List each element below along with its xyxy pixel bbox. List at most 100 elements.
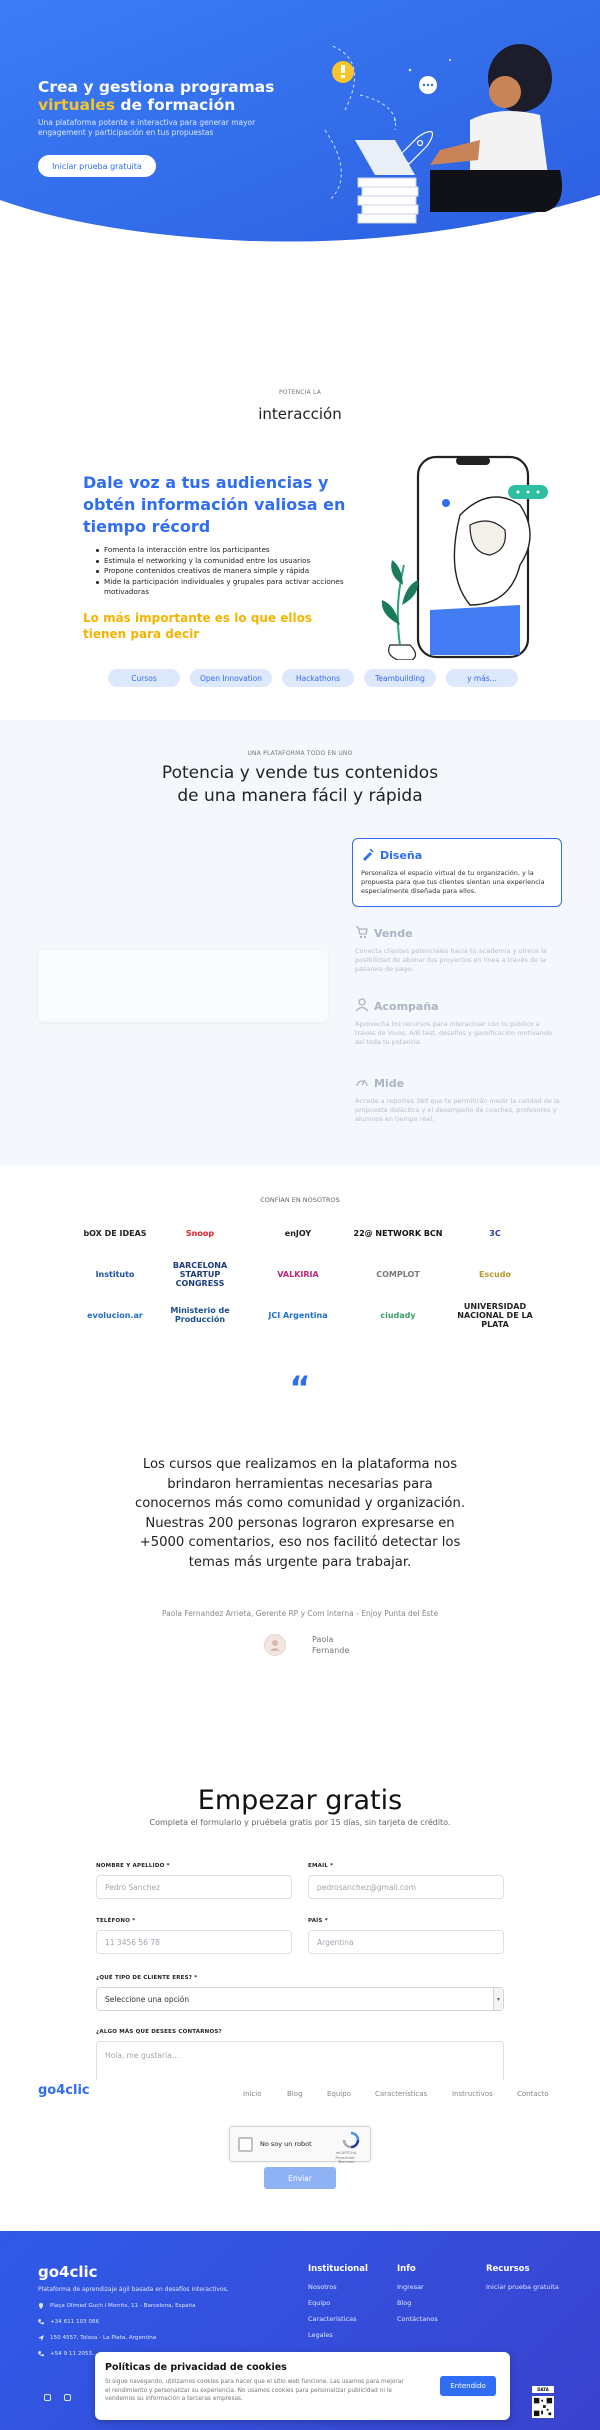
recaptcha-legal: reCAPTCHA Privacidad · Términos [335, 2151, 357, 2164]
footer-col-institucional-title: Institucional [308, 2264, 368, 2274]
feature-title-text: Mide [374, 1077, 405, 1090]
name-label: NOMBRE Y APELLIDO * [96, 1863, 170, 1869]
feature-description: Conecta clientes potenciales hacia tu ac… [355, 947, 547, 973]
hero-title-rest: de formación [115, 96, 236, 114]
footer-logo[interactable]: go4clic [38, 2263, 98, 2281]
cookie-text: Si sigue navegando, utilizamos cookies p… [105, 2379, 404, 2402]
avatar-placeholder-icon [270, 1640, 280, 1651]
client-logo: evolucion.ar [87, 1310, 143, 1320]
recaptcha-checkbox[interactable] [238, 2137, 253, 2152]
phone-illustration [381, 455, 548, 660]
interaction-headline: Dale voz a tus audiencias y obtén inform… [83, 473, 346, 536]
instagram-icon[interactable] [64, 2394, 71, 2401]
hero-title: Crea y gestiona programas virtuales de f… [38, 78, 278, 114]
footer-link-blog[interactable]: Blog [397, 2299, 411, 2307]
feature-title: Acompaña [355, 998, 560, 1014]
quote-icon: “ [289, 1369, 311, 1407]
accept-cookies-button[interactable]: Entendido [440, 2376, 496, 2396]
interaction-title: interacción [258, 405, 342, 423]
phone-icon [38, 2319, 44, 2325]
pill-teambuilding[interactable]: Teambuilding [364, 669, 436, 687]
client-type-select[interactable]: Seleccione una opción ▾ [96, 1987, 504, 2011]
linkedin-icon[interactable] [44, 2394, 51, 2401]
interaction-tagline: Lo más importante es lo que ellos tienen… [83, 611, 312, 641]
send-icon [38, 2335, 44, 2341]
client-logo: COMPLOT [376, 1269, 420, 1279]
email-label: EMAIL * [308, 1863, 334, 1869]
start-trial-button[interactable]: Iniciar prueba gratuita [38, 155, 156, 177]
footer-contact-text: 150 4557, Tolosa - La Plata, Argentina [50, 2335, 157, 2341]
footer-link-prueba-gratuita[interactable]: Iniciar prueba gratuita [486, 2283, 559, 2291]
nav-item-caracteristicas[interactable]: Características [375, 2090, 427, 2098]
phone-label: TELÉFONO * [96, 1918, 136, 1924]
feature-title: Vende [355, 925, 560, 941]
design-icon [363, 848, 374, 861]
footer-col-recursos-title: Recursos [486, 2264, 530, 2274]
nav-item-blog[interactable]: Blog [287, 2090, 302, 2098]
footer-link-legales[interactable]: Legales [308, 2331, 333, 2339]
clients-label: CONFÍAN EN NOSOTROS [260, 1196, 340, 1204]
footer-link-equipo[interactable]: Equipo [308, 2299, 330, 2307]
testimonial-name: Paola Fernande [312, 1634, 372, 1656]
feature-acompana[interactable]: Acompaña Aprovecha los recursos para int… [355, 998, 560, 1047]
platform-title: Potencia y vende tus contenidos de una m… [0, 762, 600, 808]
footer-link-nosotros[interactable]: Nosotros [308, 2283, 337, 2291]
nav-item-contacto[interactable]: Contacto [517, 2090, 549, 2098]
qr-code-icon[interactable] [532, 2396, 554, 2418]
feature-title: Mide [355, 1075, 560, 1091]
platform-title-line1: Potencia y vende tus contenidos [161, 763, 439, 783]
client-logo: 22@ NETWORK BCN [353, 1228, 443, 1238]
email-field[interactable]: pedrosanchez@gmail.com [308, 1875, 504, 1899]
footer-col-info-title: Info [397, 2264, 416, 2274]
feature-title-text: Diseña [380, 849, 423, 862]
client-logo: JCI Argentina [268, 1310, 328, 1320]
interaction-bullets: Fomenta la interacción entre los partici… [96, 545, 366, 598]
footer-link-contactanos[interactable]: Contáctanos [397, 2315, 438, 2323]
person-icon [355, 998, 369, 1012]
footer-link-ingresar[interactable]: Ingresar [397, 2283, 424, 2291]
testimonial-last-name: Fernande [312, 1646, 350, 1655]
nav-item-instructivos[interactable]: Instructivos [452, 2090, 493, 2098]
testimonial-quote: Los cursos que realizamos en la platafor… [134, 1457, 466, 1570]
recaptcha-icon [342, 2131, 360, 2149]
feature-title-text: Acompaña [374, 1000, 439, 1013]
data-fiscal-label: DATA [532, 2386, 554, 2393]
client-type-label: ¿QUÉ TIPO DE CLIENTE ERES? * [96, 1975, 198, 1981]
pill-y-mas[interactable]: y más... [446, 669, 518, 687]
pill-hackathons[interactable]: Hackathons [282, 669, 354, 687]
bullet-item: Propone contenidos creativos de manera s… [96, 566, 366, 577]
platform-title-line2: de una manera fácil y rápida [177, 786, 423, 806]
cart-icon [356, 926, 368, 939]
feature-vende[interactable]: Vende Conecta clientes potenciales hacia… [355, 925, 560, 974]
nav-item-equipo[interactable]: Equipo [327, 2090, 351, 2098]
hero-title-highlight: virtuales [38, 96, 116, 114]
use-case-pills: Cursos Open Innovation Hackathons Teambu… [108, 669, 518, 687]
footer-link-caracteristicas[interactable]: Características [308, 2315, 356, 2323]
client-logo: Instituto [95, 1269, 135, 1279]
client-logo: Snoop [185, 1228, 215, 1238]
testimonial-author: Paola Fernandez Arrieta, Gerente RP y Co… [161, 1609, 439, 1618]
nav-logo[interactable]: go4clic [38, 2083, 90, 2098]
client-logo: 3C [489, 1228, 501, 1238]
recaptcha-widget: No soy un robot reCAPTCHA Privacidad · T… [229, 2126, 371, 2164]
country-field[interactable]: Argentina [308, 1930, 504, 1954]
form-title: Empezar gratis [197, 1785, 403, 1816]
feature-disena[interactable]: Diseña Personaliza el espacio virtual de… [352, 838, 562, 907]
pill-open-innovation[interactable]: Open Innovation [190, 669, 272, 687]
footer-contact-text: +54 9 11 2053... [50, 2351, 98, 2357]
form-subtitle: Completa el formulario y pruébela gratis… [149, 1818, 451, 1827]
pill-cursos[interactable]: Cursos [108, 669, 180, 687]
feature-preview-panel [38, 950, 328, 1022]
phone-icon [38, 2351, 44, 2357]
feature-title-text: Vende [374, 927, 413, 940]
bullet-item: Estimula el networking y la comunidad en… [96, 556, 366, 567]
name-field[interactable]: Pedro Sanchez [96, 1875, 292, 1899]
nav-item-inicio[interactable]: Inicio [243, 2090, 262, 2098]
cookie-title: Políticas de privacidad de cookies [105, 2362, 287, 2373]
feature-mide[interactable]: Mide Accede a reportes 360 que te permit… [355, 1075, 560, 1124]
submit-button[interactable]: Enviar [264, 2167, 336, 2189]
feature-description: Personaliza el espacio virtual de tu org… [361, 869, 545, 895]
footer-address-argentina: 150 4557, Tolosa - La Plata, Argentina [38, 2335, 156, 2341]
location-icon [39, 2303, 43, 2309]
phone-field[interactable]: 11 3456 56 78 [96, 1930, 292, 1954]
